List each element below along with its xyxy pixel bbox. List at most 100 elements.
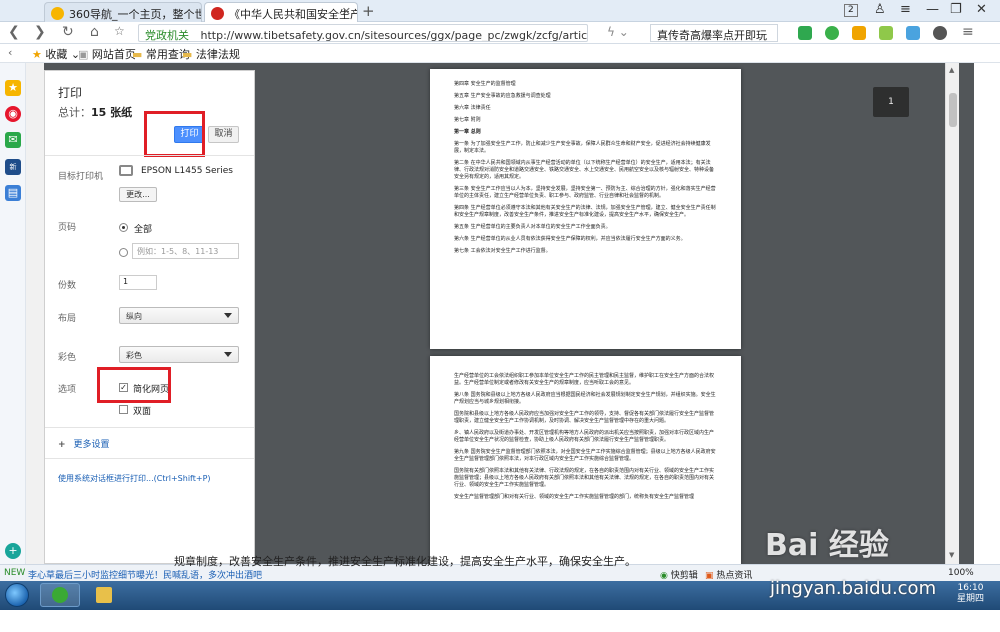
image-extension-icon[interactable] (879, 26, 893, 40)
document-paragraph: 国务院和县级以上地方各级人民政府应当加强对安全生产工作的领导，支持、督促各有关部… (454, 411, 715, 424)
360-logo-icon (51, 7, 64, 20)
folder-icon: ▬ (182, 48, 193, 61)
taskbar-explorer[interactable] (84, 583, 124, 607)
news-tag-icon: NEW (4, 568, 26, 578)
lightning-icon[interactable]: ϟ ⌄ (607, 25, 629, 39)
tab-360-nav[interactable]: 360导航_一个主页，整个世界 (44, 2, 202, 22)
more-menu-icon[interactable]: ≡ (962, 24, 974, 40)
close-window-icon[interactable]: ✕ (976, 2, 987, 17)
pages-range-input[interactable]: 例如：1-5、8、11-13 (132, 243, 239, 259)
system-dialog-link[interactable]: 使用系统对话框进行打印...(Ctrl+Shift+P) (58, 473, 211, 484)
tab-title: 360导航_一个主页，整个世界 (69, 8, 202, 21)
cancel-button[interactable]: 取消 (208, 126, 239, 143)
pages-label: 页码 (58, 223, 77, 233)
mail-icon[interactable]: ✉ (5, 132, 21, 148)
quick-clip-button[interactable]: ◉ 快剪辑 (660, 568, 698, 581)
scissors-extension-icon[interactable] (798, 26, 812, 40)
bookmark-favorites[interactable]: ★ 收藏 ⌄ (32, 46, 80, 62)
start-button[interactable] (5, 583, 29, 607)
refresh-icon[interactable]: ↻ (62, 24, 74, 40)
search-input[interactable]: 真传奇高爆率点开即玩 (650, 24, 778, 42)
scroll-down-icon[interactable]: ▼ (949, 551, 954, 559)
document-paragraph: 安全生产监督管理部门和对有关行业、领域的安全生产工作实施监督管理的部门，统称负有… (454, 494, 695, 500)
sidebar-toggle-icon[interactable]: ‹ (8, 46, 12, 59)
hot-news-button[interactable]: ▣ 热点资讯 (705, 568, 752, 581)
vertical-scrollbar[interactable]: ▲ ▼ (945, 63, 959, 564)
folder-icon (96, 587, 112, 603)
document-paragraph: 第六条 生产经营单位的从业人员有依法获得安全生产保障的权利，并应当依法履行安全生… (454, 236, 686, 242)
home-icon[interactable]: ⌂ (90, 24, 99, 40)
page-icon: ▣ (78, 48, 89, 61)
green-extension-icon[interactable] (825, 26, 839, 40)
shirt-skin-icon[interactable]: ♙ (874, 2, 886, 17)
page-2-text: 生产经营单位的工会依法组织职工参加本单位安全生产工作的民主管理和民主监督，维护职… (430, 356, 741, 501)
duplex-checkbox[interactable] (119, 405, 128, 414)
printer-name: EPSON L1455 Series (141, 166, 233, 176)
add-sidebar-icon[interactable]: + (5, 543, 21, 559)
bookmark-home[interactable]: ▣ 网站首页 (78, 46, 136, 62)
gov-security-badge[interactable]: 党政机关 (145, 29, 189, 41)
page-margin (26, 63, 44, 564)
window-count-badge[interactable]: 2 (844, 4, 858, 17)
side-rail: ★ ◉ ✉ 新 ▤ + (0, 63, 26, 564)
restore-icon[interactable]: ❐ (950, 2, 962, 17)
highlight-print-box (144, 111, 205, 157)
change-printer-button[interactable]: 更改... (119, 187, 157, 202)
page-number-badge: 1 (873, 87, 909, 117)
new-tab-button[interactable]: + (362, 2, 375, 20)
document-icon[interactable]: ▤ (5, 185, 21, 201)
color-select[interactable]: 彩色 (119, 346, 239, 363)
preview-page-2: 生产经营单位的工会依法组织职工参加本单位安全生产工作的民主管理和民主监督，维护职… (430, 356, 741, 564)
weibo-icon[interactable]: ◉ (5, 106, 21, 122)
document-paragraph: 第四章 安全生产的监督管理 (454, 81, 516, 87)
clip-icon: ◉ (660, 571, 668, 581)
page-1-text: 第四章 安全生产的监督管理 第五章 生产安全事故的应急救援与调查处理 第六章 法律责… (430, 69, 741, 255)
copies-input[interactable]: 1 (119, 275, 157, 290)
star-icon: ★ (32, 48, 42, 61)
minimize-icon[interactable]: — (926, 2, 939, 17)
pages-all-radio[interactable] (119, 223, 128, 232)
scroll-thumb[interactable] (949, 93, 957, 127)
document-paragraph: 第六章 法律责任 (454, 105, 491, 111)
taskbar-browser[interactable] (40, 583, 80, 607)
destination-label: 目标打印机 (58, 172, 104, 182)
copies-label: 份数 (58, 281, 77, 291)
watermark-url: jingyan.baidu.com (770, 578, 937, 599)
tab-safety-law[interactable]: 《中华人民共和国安全生产法》 ✕ (204, 2, 358, 22)
favorites-star-icon[interactable]: ★ (5, 80, 21, 96)
document-paragraph: 第七章 附则 (454, 117, 481, 123)
undo-icon[interactable] (933, 26, 947, 40)
color-label: 彩色 (58, 353, 77, 363)
document-paragraph: 第三条 安全生产工作应当以人为本，坚持安全发展，坚持安全第一、预防为主、综合治理… (454, 186, 716, 199)
document-paragraph: 第一章 总则 (454, 129, 481, 135)
news-icon[interactable]: 新 (5, 159, 21, 175)
bookmark-star-icon[interactable]: ☆ (114, 24, 125, 38)
highlight-simplify-box (97, 367, 171, 403)
preview-page-1: 第四章 安全生产的监督管理 第五章 生产安全事故的应急救援与调查处理 第六章 法律责… (430, 69, 741, 349)
close-tab-icon[interactable]: ✕ (342, 5, 351, 18)
more-settings-link[interactable]: + 更多设置 (58, 437, 110, 450)
url-input[interactable]: 党政机关 http://www.tibetsafety.gov.cn/sites… (138, 24, 588, 42)
layout-label: 布局 (58, 314, 77, 324)
system-clock[interactable]: 16:10 星期四 (957, 583, 984, 605)
options-label: 选项 (58, 385, 77, 395)
menu-icon[interactable]: ≡ (900, 2, 911, 17)
document-paragraph: 第四条 生产经营单位必须遵守本法和其他有关安全生产的法律、法规，加强安全生产管理… (454, 205, 716, 218)
divider (45, 155, 254, 156)
bookmark-laws[interactable]: ▬ 法律法规 (182, 46, 240, 62)
layout-select[interactable]: 纵向 (119, 307, 239, 324)
address-bar: ❮ ❯ ↻ ⌂ ☆ 党政机关 http://www.tibetsafety.go… (0, 22, 1000, 44)
duplex-label: 双面 (133, 407, 152, 417)
news-ticker[interactable]: 李心草最后三小时监控细节曝光！民喊乱语，多次冲出酒吧 (28, 568, 262, 581)
back-icon[interactable]: ❮ (8, 24, 20, 40)
document-paragraph: 第一条 为了加强安全生产工作，防止和减少生产安全事故，保障人民群众生命和财产安全… (454, 141, 711, 154)
forward-icon[interactable]: ❯ (34, 24, 46, 40)
document-paragraph: 生产经营单位的工会依法组织职工参加本单位安全生产工作的民主管理和民主监督，维护职… (454, 373, 715, 386)
document-paragraph: 第七条 工会依法对安全生产工作进行监督。 (454, 248, 551, 254)
browser-icon (52, 587, 68, 603)
scroll-up-icon[interactable]: ▲ (949, 66, 954, 74)
shield-extension-icon[interactable] (852, 26, 866, 40)
pages-range-radio[interactable] (119, 248, 128, 257)
grid-extension-icon[interactable] (906, 26, 920, 40)
zoom-level[interactable]: 100% (948, 568, 974, 578)
